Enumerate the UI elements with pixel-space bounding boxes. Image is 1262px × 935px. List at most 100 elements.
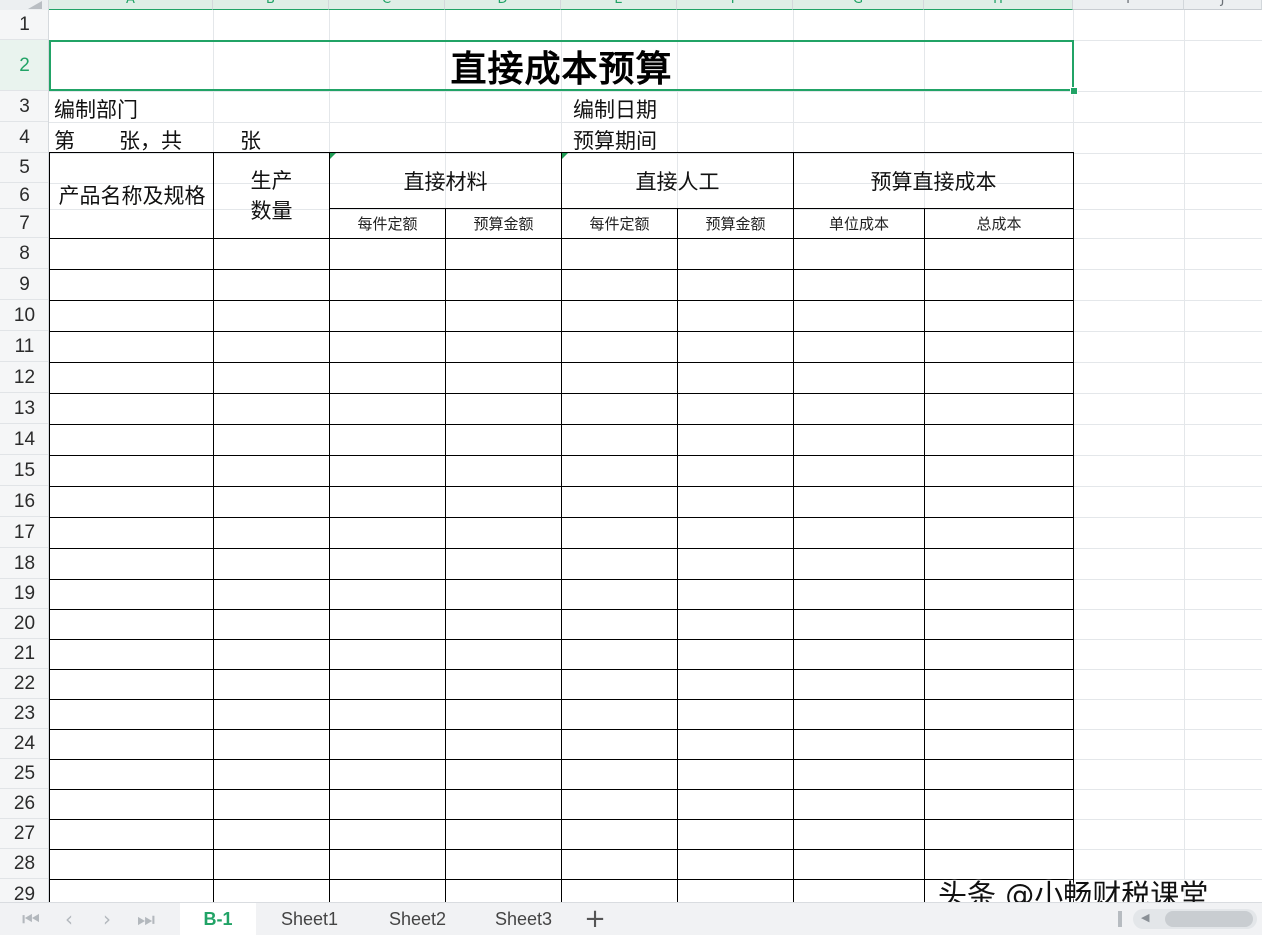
column-header-d[interactable]: D xyxy=(445,0,561,10)
table-border xyxy=(49,517,1074,518)
page-label-zhang: 张 xyxy=(240,129,261,153)
table-border xyxy=(49,819,1074,820)
period-label: 预算期间 xyxy=(573,129,657,153)
row-header-11[interactable]: 11 xyxy=(0,331,49,362)
row-header-14[interactable]: 14 xyxy=(0,424,49,455)
row-header-21[interactable]: 21 xyxy=(0,639,49,669)
date-label: 编制日期 xyxy=(573,98,657,122)
header-labor: 直接人工 xyxy=(635,170,720,194)
table-border xyxy=(49,759,1074,760)
column-header-i[interactable]: I xyxy=(1073,0,1184,10)
scrollbar-thumb[interactable] xyxy=(1165,911,1253,927)
scroll-left-icon[interactable]: ◀ xyxy=(1141,911,1149,924)
row-header-12[interactable]: 12 xyxy=(0,362,49,393)
row-header-17[interactable]: 17 xyxy=(0,517,49,548)
horizontal-scrollbar[interactable]: ◀ xyxy=(1133,909,1257,929)
subheader-amount-1: 预算金额 xyxy=(473,215,534,233)
row-header-15[interactable]: 15 xyxy=(0,455,49,486)
column-header-j[interactable]: J xyxy=(1184,0,1262,10)
row-header-16[interactable]: 16 xyxy=(0,486,49,517)
split-handle[interactable] xyxy=(1118,911,1122,927)
row-header-6[interactable]: 6 xyxy=(0,183,49,209)
form-title: 直接成本预算 xyxy=(450,47,673,90)
table-border xyxy=(49,579,1074,580)
watermark-text: 头条 @小畅财税课堂 xyxy=(938,878,1209,902)
table-border xyxy=(49,669,1074,670)
header-budget-cost: 预算直接成本 xyxy=(870,170,997,194)
row-header-28[interactable]: 28 xyxy=(0,849,49,879)
tab-sheet2[interactable]: Sheet2 xyxy=(370,903,465,935)
column-header-a[interactable]: A xyxy=(49,0,213,10)
table-border xyxy=(49,789,1074,790)
table-border xyxy=(49,269,1074,270)
table-border xyxy=(49,699,1074,700)
column-header-e[interactable]: E xyxy=(561,0,677,10)
table-border xyxy=(49,849,1074,850)
row-header-2[interactable]: 2 xyxy=(0,40,49,91)
page-label-di: 第 xyxy=(54,129,75,153)
column-header-b[interactable]: B xyxy=(213,0,329,10)
row-header-9[interactable]: 9 xyxy=(0,269,49,300)
table-border xyxy=(49,639,1074,640)
header-quantity: 生产数量 xyxy=(250,168,293,223)
prev-sheet-icon[interactable]: ‹ xyxy=(56,907,82,931)
table-border xyxy=(49,548,1074,549)
row-header-19[interactable]: 19 xyxy=(0,579,49,609)
row-header-20[interactable]: 20 xyxy=(0,609,49,639)
sheet-tab-bar: ⏮ ‹ › ⏭ B-1 Sheet1 Sheet2 Sheet3 + ◀ xyxy=(0,902,1262,935)
row-header-18[interactable]: 18 xyxy=(0,548,49,579)
table-border xyxy=(49,362,1074,363)
tab-b-1[interactable]: B-1 xyxy=(180,903,256,935)
fill-handle[interactable] xyxy=(1070,87,1078,95)
row-header-29[interactable]: 29 xyxy=(0,879,49,902)
comment-indicator xyxy=(562,153,568,159)
row-header-27[interactable]: 27 xyxy=(0,819,49,849)
row-header-3[interactable]: 3 xyxy=(0,91,49,122)
row-header-1[interactable]: 1 xyxy=(0,10,49,40)
tab-sheet1[interactable]: Sheet1 xyxy=(262,903,357,935)
select-all-corner[interactable] xyxy=(0,0,49,10)
row-header-26[interactable]: 26 xyxy=(0,789,49,819)
row-header-22[interactable]: 22 xyxy=(0,669,49,699)
spreadsheet-grid[interactable]: ABCDEFGHIJ 12345678910111213141516171819… xyxy=(0,0,1262,902)
add-sheet-button[interactable]: + xyxy=(582,905,608,933)
subheader-amount-2: 预算金额 xyxy=(705,215,766,233)
table-border xyxy=(677,208,678,902)
row-header-25[interactable]: 25 xyxy=(0,759,49,789)
title-cell[interactable]: 直接成本预算 xyxy=(49,40,1074,91)
table-border xyxy=(49,879,1074,880)
subheader-quota-2: 每件定额 xyxy=(589,215,650,233)
row-header-23[interactable]: 23 xyxy=(0,699,49,729)
comment-indicator xyxy=(330,153,336,159)
header-materials: 直接材料 xyxy=(403,170,488,194)
subheader-total-cost: 总成本 xyxy=(976,215,1022,233)
subheader-quota-1: 每件定额 xyxy=(357,215,418,233)
column-header-f[interactable]: F xyxy=(677,0,793,10)
column-header-c[interactable]: C xyxy=(329,0,445,10)
page-label-zhang-gong: 张，共 xyxy=(119,129,182,153)
table-border xyxy=(49,609,1074,610)
row-header-13[interactable]: 13 xyxy=(0,393,49,424)
last-sheet-icon[interactable]: ⏭ xyxy=(133,907,159,931)
row-header-5[interactable]: 5 xyxy=(0,153,49,183)
row-header-24[interactable]: 24 xyxy=(0,729,49,759)
next-sheet-icon[interactable]: › xyxy=(94,907,120,931)
table-border xyxy=(49,486,1074,487)
column-header-h[interactable]: H xyxy=(924,0,1073,10)
row-header-4[interactable]: 4 xyxy=(0,122,49,153)
table-border xyxy=(49,300,1074,301)
subheader-unit-cost: 单位成本 xyxy=(828,215,889,233)
table-border xyxy=(49,424,1074,425)
table-border xyxy=(445,208,446,902)
header-product: 产品名称及规格 xyxy=(58,183,206,208)
table-border xyxy=(49,729,1074,730)
table-border xyxy=(49,331,1074,332)
row-header-10[interactable]: 10 xyxy=(0,300,49,331)
table-border xyxy=(49,393,1074,394)
first-sheet-icon[interactable]: ⏮ xyxy=(18,907,44,931)
row-header-7[interactable]: 7 xyxy=(0,209,49,238)
table-border xyxy=(49,238,1074,239)
tab-sheet3[interactable]: Sheet3 xyxy=(476,903,571,935)
row-header-8[interactable]: 8 xyxy=(0,238,49,269)
column-header-g[interactable]: G xyxy=(793,0,924,10)
